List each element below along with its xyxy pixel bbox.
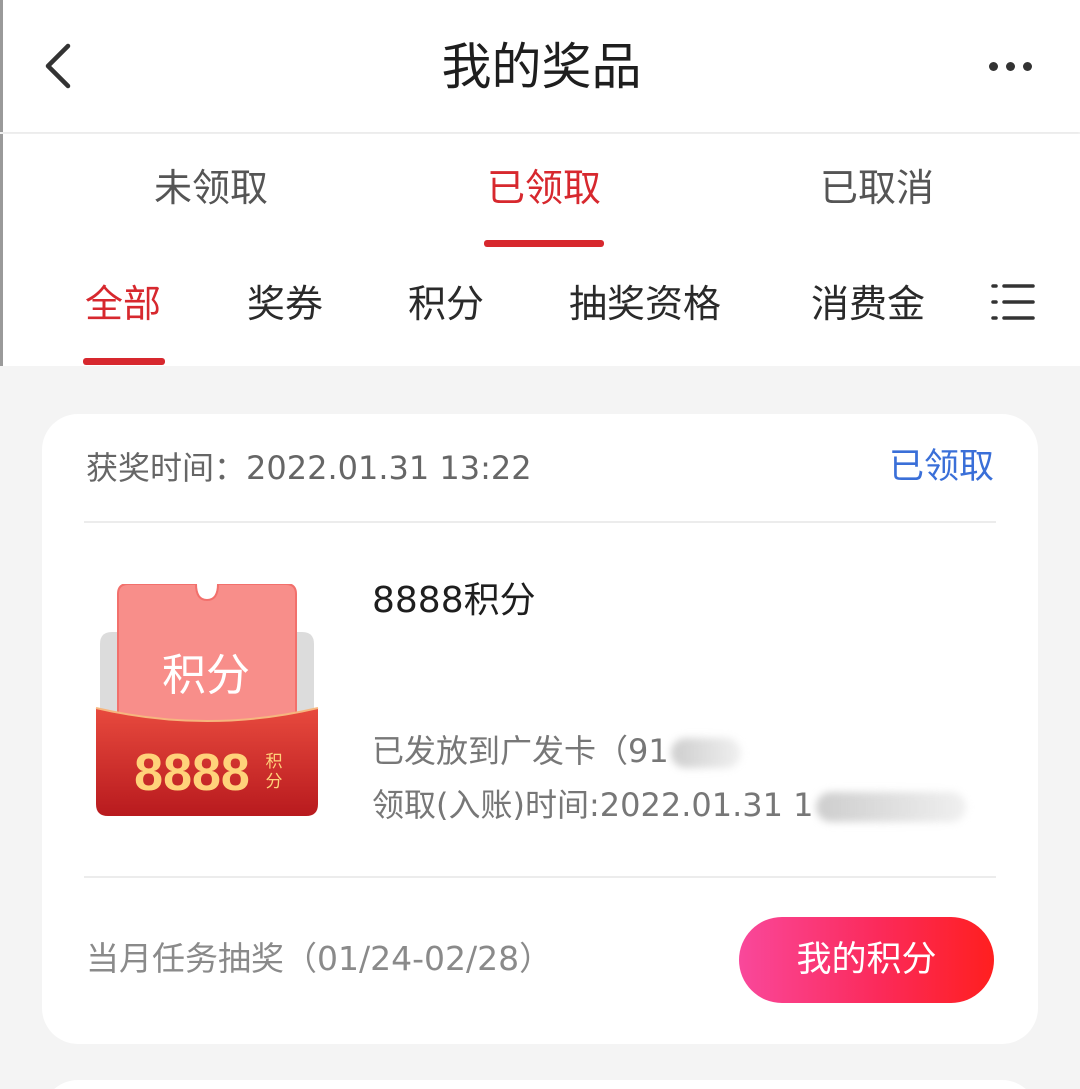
my-points-button[interactable]: 我的积分 (739, 917, 994, 1003)
card-divider-bottom (84, 876, 996, 878)
more-button[interactable] (980, 44, 1040, 88)
more-dot (1005, 61, 1015, 71)
prize-name: 8888积分 (372, 580, 536, 621)
active-category-indicator (83, 358, 165, 365)
prize-card: 获奖时间：2022.01.31 13:22 已领取 积分 8888 积 分 88… (42, 414, 1038, 1044)
prize-delivery-text: 已发放到广发卡（91 (372, 732, 669, 770)
prize-image-amount: 8888 (134, 744, 250, 802)
tab-cancelled[interactable]: 已取消 (757, 164, 997, 212)
more-dot (1022, 61, 1032, 71)
category-tab-lottery[interactable]: 抽奖资格 (569, 280, 721, 328)
activity-name: 当月任务抽奖（01/24-02/28） (86, 939, 553, 978)
category-tab-bar: 全部 奖券 积分 抽奖资格 消费金 (0, 250, 1080, 366)
tab-unclaimed[interactable]: 未领取 (91, 164, 331, 212)
tab-claimed[interactable]: 已领取 (424, 164, 664, 212)
category-tab-all[interactable]: 全部 (85, 280, 161, 328)
category-tab-cashback[interactable]: 消费金 (811, 280, 925, 328)
prize-image-unit-1: 积 (266, 752, 283, 771)
category-tab-points[interactable]: 积分 (408, 280, 484, 328)
masked-card-number (670, 738, 741, 768)
prize-image-unit-2: 分 (266, 772, 283, 791)
award-time-label: 获奖时间： (86, 449, 247, 487)
my-prizes-page: 我的奖品 未领取 已领取 已取消 全部 奖券 积分 抽奖资格 消费金 获奖时间：… (0, 0, 1080, 1089)
status-tab-bar: 未领取 已领取 已取消 (0, 134, 1080, 250)
points-prize-image: 积分 8888 积 分 (95, 584, 319, 816)
list-menu-icon (991, 284, 1035, 320)
claim-status-badge: 已领取 (888, 447, 994, 487)
prize-claim-time-text: 领取(入账)时间:2022.01.31 1 (372, 786, 814, 824)
category-menu-button[interactable] (990, 280, 1036, 324)
next-prize-card (42, 1080, 1038, 1089)
award-time-value: 2022.01.31 13:22 (246, 449, 532, 487)
page-title: 我的奖品 (441, 38, 642, 96)
active-tab-indicator (484, 240, 604, 247)
prize-claim-time: 领取(入账)时间:2022.01.31 1 (372, 784, 966, 826)
prize-delivery-info: 已发放到广发卡（91 (372, 730, 741, 772)
award-time: 获奖时间：2022.01.31 13:22 (86, 448, 532, 488)
more-dots-icon (988, 61, 998, 71)
header-bar: 我的奖品 (0, 0, 1080, 132)
category-tab-coupons[interactable]: 奖券 (247, 280, 323, 328)
card-divider-top (84, 521, 996, 523)
prize-image-label: 积分 (162, 651, 250, 700)
masked-claim-time (815, 792, 966, 822)
